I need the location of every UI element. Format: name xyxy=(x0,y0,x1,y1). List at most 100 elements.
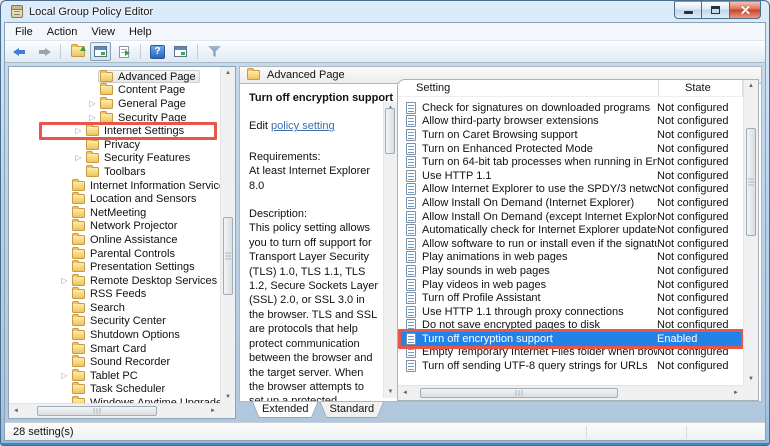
scroll-down-icon[interactable]: ▼ xyxy=(748,376,754,382)
tree-item[interactable]: Security Center xyxy=(9,315,219,329)
scroll-right-icon[interactable]: ► xyxy=(733,390,739,396)
minimize-button[interactable] xyxy=(674,1,702,19)
maximize-button[interactable] xyxy=(702,1,730,19)
tree-item-body[interactable]: Sound Recorder xyxy=(70,356,174,369)
tree-item-body[interactable]: Tablet PC xyxy=(70,369,142,382)
table-row[interactable]: Allow software to run or install even if… xyxy=(398,237,743,251)
table-row[interactable]: Allow Install On Demand (Internet Explor… xyxy=(398,196,743,210)
tree-item[interactable]: ▷Tablet PC xyxy=(9,369,219,383)
scroll-left-icon[interactable]: ◄ xyxy=(402,390,408,396)
help-button[interactable]: ? xyxy=(147,42,168,61)
tree-hscroll-thumb[interactable] xyxy=(37,406,157,416)
tree-item-body[interactable]: Internet Settings xyxy=(84,125,188,138)
scroll-left-icon[interactable]: ◄ xyxy=(13,408,19,414)
tree-item-body[interactable]: Search xyxy=(70,301,129,314)
tree-item[interactable]: Presentation Settings xyxy=(9,260,219,274)
extended-scroll-thumb[interactable] xyxy=(385,108,395,154)
table-row[interactable]: Empty Temporary Internet Files folder wh… xyxy=(398,346,743,360)
tree-item-body[interactable]: Remote Desktop Services xyxy=(70,274,221,287)
tree-item-body[interactable]: Security Page xyxy=(98,111,190,124)
show-action-pane-button[interactable] xyxy=(170,42,191,61)
tree-item[interactable]: Toolbars xyxy=(9,165,219,179)
table-row[interactable]: Turn off Profile AssistantNot configured xyxy=(398,291,743,305)
expander-icon[interactable]: ▷ xyxy=(59,372,70,380)
scroll-up-icon[interactable]: ▲ xyxy=(748,83,754,89)
tree-item-body[interactable]: Task Scheduler xyxy=(70,383,169,396)
tree-item-body[interactable]: Internet Information Services xyxy=(70,179,235,192)
scroll-up-icon[interactable]: ▲ xyxy=(225,70,231,76)
scroll-down-icon[interactable]: ▼ xyxy=(225,394,231,400)
table-row[interactable]: Turn on Caret Browsing supportNot config… xyxy=(398,128,743,142)
back-button[interactable] xyxy=(10,42,31,61)
tree-item-body[interactable]: Shutdown Options xyxy=(70,329,184,342)
table-row[interactable]: Turn off sending UTF-8 query strings for… xyxy=(398,359,743,373)
tree-item[interactable]: RSS Feeds xyxy=(9,288,219,302)
up-one-level-button[interactable] xyxy=(67,42,88,61)
tree-item-body[interactable]: Location and Sensors xyxy=(70,193,200,206)
tree-item-body[interactable]: Network Projector xyxy=(70,220,181,233)
tree-item[interactable]: Sound Recorder xyxy=(9,355,219,369)
expander-icon[interactable]: ▷ xyxy=(73,127,84,135)
menu-file[interactable]: File xyxy=(8,24,40,40)
tree-item[interactable]: Location and Sensors xyxy=(9,192,219,206)
menu-help[interactable]: Help xyxy=(122,24,159,40)
filter-button[interactable] xyxy=(204,42,225,61)
tree-item[interactable]: ▷Security Features xyxy=(9,152,219,166)
close-button[interactable] xyxy=(730,1,761,19)
tree-item-body[interactable]: Toolbars xyxy=(84,165,150,178)
column-header-setting[interactable]: Setting xyxy=(398,80,659,96)
tree-item-body[interactable]: Advanced Page xyxy=(98,70,200,83)
menu-action[interactable]: Action xyxy=(40,24,85,40)
tree-item[interactable]: ▷Security Page xyxy=(9,111,219,125)
forward-button[interactable] xyxy=(33,42,54,61)
tree-item-body[interactable]: General Page xyxy=(98,97,190,110)
table-row[interactable]: Allow third-party browser extensionsNot … xyxy=(398,115,743,129)
tree-item-body[interactable]: Parental Controls xyxy=(70,247,179,260)
tree-item[interactable]: Smart Card xyxy=(9,342,219,356)
column-header-state[interactable]: State xyxy=(659,80,743,96)
table-row[interactable]: Use HTTP 1.1Not configured xyxy=(398,169,743,183)
tree-item[interactable]: ▷Internet Settings xyxy=(9,124,219,138)
scroll-down-icon[interactable]: ▼ xyxy=(388,389,394,395)
table-row[interactable]: Use HTTP 1.1 through proxy connectionsNo… xyxy=(398,305,743,319)
table-row[interactable]: Play sounds in web pagesNot configured xyxy=(398,264,743,278)
list-vscroll-thumb[interactable] xyxy=(746,128,756,236)
tree-item[interactable]: Advanced Page xyxy=(9,70,219,84)
table-row[interactable]: Turn off encryption supportEnabled xyxy=(398,332,743,346)
tree-vscroll-thumb[interactable] xyxy=(223,217,233,295)
tree-item-body[interactable]: Online Assistance xyxy=(70,233,181,246)
table-row[interactable]: Turn on Enhanced Protected ModeNot confi… xyxy=(398,142,743,156)
tree-item-body[interactable]: Security Center xyxy=(70,315,170,328)
expander-icon[interactable]: ▷ xyxy=(87,100,98,108)
tree-item-body[interactable]: Smart Card xyxy=(70,342,150,355)
table-row[interactable]: Turn on 64-bit tab processes when runnin… xyxy=(398,155,743,169)
menu-view[interactable]: View xyxy=(84,24,122,40)
tab-extended[interactable]: Extended xyxy=(252,402,318,418)
tree-item[interactable]: Shutdown Options xyxy=(9,328,219,342)
table-row[interactable]: Automatically check for Internet Explore… xyxy=(398,223,743,237)
policy-setting-link[interactable]: policy setting xyxy=(271,120,335,132)
tree-item-body[interactable]: NetMeeting xyxy=(70,206,150,219)
tree-item[interactable]: Network Projector xyxy=(9,220,219,234)
table-row[interactable]: Allow Internet Explorer to use the SPDY/… xyxy=(398,183,743,197)
export-list-button[interactable] xyxy=(113,42,134,61)
tree-item[interactable]: Task Scheduler xyxy=(9,383,219,397)
expander-icon[interactable]: ▷ xyxy=(87,114,98,122)
tree-item[interactable]: Search xyxy=(9,301,219,315)
tree-item[interactable]: Content Page xyxy=(9,84,219,98)
tree-item[interactable]: NetMeeting xyxy=(9,206,219,220)
scroll-right-icon[interactable]: ► xyxy=(210,408,216,414)
show-console-tree-button[interactable] xyxy=(90,42,111,61)
table-row[interactable]: Do not save encrypted pages to diskNot c… xyxy=(398,319,743,333)
table-row[interactable]: Allow Install On Demand (except Internet… xyxy=(398,210,743,224)
tree-item-body[interactable]: Security Features xyxy=(84,152,194,165)
table-row[interactable]: Check for signatures on downloaded progr… xyxy=(398,101,743,115)
tree-item[interactable]: ▷Remote Desktop Services xyxy=(9,274,219,288)
expander-icon[interactable]: ▷ xyxy=(59,277,70,285)
tree-item-body[interactable]: Privacy xyxy=(84,138,144,151)
tab-standard[interactable]: Standard xyxy=(319,402,384,418)
list-hscroll-thumb[interactable] xyxy=(420,388,618,398)
table-row[interactable]: Play animations in web pagesNot configur… xyxy=(398,251,743,265)
title-bar[interactable]: Local Group Policy Editor xyxy=(1,1,769,22)
tree-item[interactable]: Internet Information Services xyxy=(9,179,219,193)
